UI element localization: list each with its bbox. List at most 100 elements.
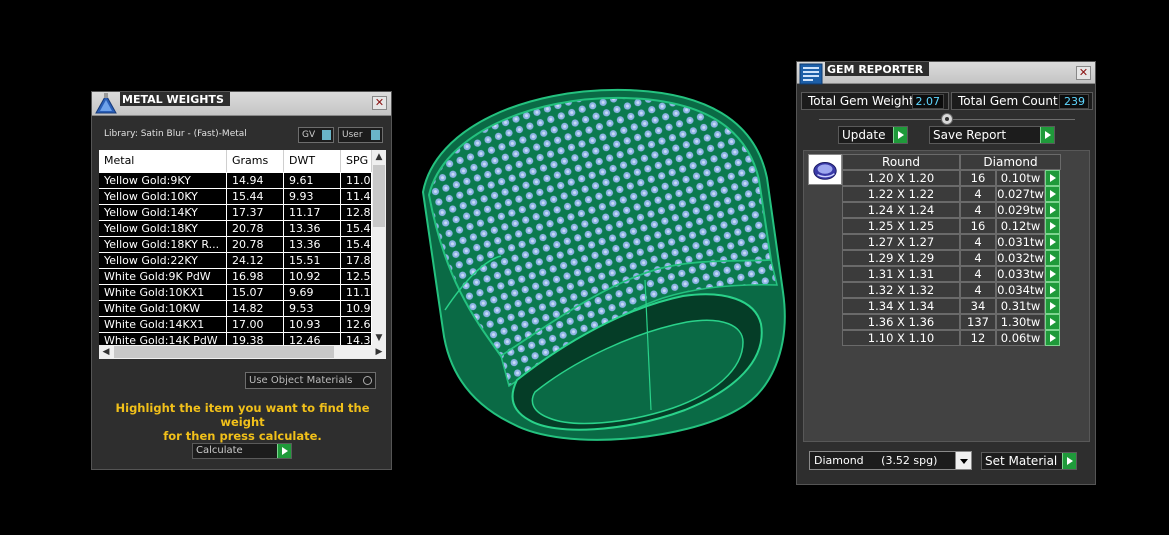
gem-size: 1.36 X 1.36 — [842, 314, 960, 330]
table-header: Metal Grams DWT SPG — [99, 150, 372, 172]
scroll-thumb[interactable] — [373, 165, 385, 227]
table-cell: 15.44 — [227, 189, 284, 204]
gem-row[interactable]: 1.27 X 1.27 4 0.031tw — [842, 234, 1062, 250]
scroll-right-icon[interactable]: ▶ — [372, 345, 386, 359]
gem-count: 4 — [960, 266, 996, 282]
hscroll-thumb[interactable] — [114, 346, 334, 358]
gem-row[interactable]: 1.24 X 1.24 4 0.029tw — [842, 202, 1062, 218]
gem-report-icon — [799, 63, 823, 85]
set-material-button[interactable]: Set Material — [981, 452, 1077, 470]
green-arrow-icon[interactable] — [1045, 266, 1060, 282]
gem-count: 16 — [960, 170, 996, 186]
calculate-button[interactable]: Calculate — [192, 443, 292, 459]
gem-row[interactable]: 1.32 X 1.32 4 0.034tw — [842, 282, 1062, 298]
scroll-left-icon[interactable]: ◀ — [99, 345, 113, 359]
flask-scale-icon — [95, 93, 117, 114]
table-row[interactable]: Yellow Gold:18KY R...20.7813.3615.41 — [99, 237, 372, 253]
table-row[interactable]: Yellow Gold:10KY15.449.9311.43 — [99, 189, 372, 205]
update-label: Update — [842, 128, 886, 142]
table-cell: 13.36 — [284, 237, 341, 252]
table-cell: White Gold:10KX1 — [99, 285, 227, 300]
gem-count: 4 — [960, 250, 996, 266]
table-cell: 11.17 — [284, 205, 341, 220]
gem-weight: 0.31tw — [996, 298, 1045, 314]
table-row[interactable]: Yellow Gold:18KY20.7813.3615.41 — [99, 221, 372, 237]
table-row[interactable]: Yellow Gold:14KY17.3711.1712.88 — [99, 205, 372, 221]
gem-weight: 0.06tw — [996, 330, 1045, 346]
green-arrow-icon[interactable] — [1045, 186, 1060, 202]
table-cell: Yellow Gold:18KY R... — [99, 237, 227, 252]
table-cell: White Gold:14KX1 — [99, 317, 227, 332]
metal-weights-titlebar[interactable]: METAL WEIGHTS ✕ — [92, 92, 391, 116]
gem-report-area: Round Diamond 1.20 X 1.20 16 0.10tw 1.22 X … — [803, 150, 1090, 442]
gem-count: 34 — [960, 298, 996, 314]
green-arrow-icon[interactable] — [1045, 202, 1060, 218]
scroll-up-icon[interactable]: ▲ — [372, 150, 386, 164]
green-arrow-icon[interactable] — [1045, 218, 1060, 234]
green-arrow-icon — [893, 127, 907, 143]
chevron-down-icon[interactable] — [955, 452, 971, 469]
gem-reporter-panel: GEM REPORTER ✕ Total Gem Weight 2.07 Tot… — [796, 61, 1096, 485]
close-icon[interactable]: ✕ — [372, 96, 387, 110]
gem-row[interactable]: 1.22 X 1.22 4 0.027tw — [842, 186, 1062, 202]
gem-count: 12 — [960, 330, 996, 346]
table-cell: 10.92 — [284, 269, 341, 284]
table-cell: 15.41 — [341, 221, 372, 236]
scroll-down-icon[interactable]: ▼ — [372, 331, 386, 345]
ring-3d-viewport[interactable] — [405, 80, 790, 460]
close-icon[interactable]: ✕ — [1076, 66, 1091, 80]
green-arrow-icon[interactable] — [1045, 298, 1060, 314]
vertical-scrollbar[interactable]: ▲ ▼ — [372, 150, 386, 345]
gv-toggle[interactable]: GV — [298, 127, 334, 143]
gem-reporter-titlebar[interactable]: GEM REPORTER ✕ — [797, 62, 1095, 85]
gem-size: 1.24 X 1.24 — [842, 202, 960, 218]
gem-row[interactable]: 1.31 X 1.31 4 0.033tw — [842, 266, 1062, 282]
slider-knob-icon[interactable] — [941, 113, 953, 125]
radio-icon[interactable] — [363, 376, 372, 385]
horizontal-scrollbar[interactable]: ◀ ▶ — [99, 345, 386, 359]
table-row[interactable]: White Gold:10KX115.079.6911.18 — [99, 285, 372, 301]
green-arrow-icon[interactable] — [1045, 330, 1060, 346]
column-header-spg[interactable]: SPG — [341, 150, 372, 172]
table-row[interactable]: White Gold:10KW14.829.5310.99 — [99, 301, 372, 317]
table-row[interactable]: White Gold:9K PdW16.9810.9212.59 — [99, 269, 372, 285]
gem-size: 1.27 X 1.27 — [842, 234, 960, 250]
gem-row[interactable]: 1.20 X 1.20 16 0.10tw — [842, 170, 1062, 186]
gem-row[interactable]: 1.29 X 1.29 4 0.032tw — [842, 250, 1062, 266]
table-cell: 10.99 — [341, 301, 372, 316]
green-arrow-icon[interactable] — [1045, 250, 1060, 266]
gem-weight: 1.30tw — [996, 314, 1045, 330]
gv-toggle-label: GV — [302, 130, 316, 140]
user-toggle[interactable]: User — [338, 127, 383, 143]
update-button[interactable]: Update — [838, 126, 908, 144]
table-row[interactable]: Yellow Gold:9KY14.949.6111.08 — [99, 173, 372, 189]
table-cell: 12.88 — [341, 205, 372, 220]
table-row[interactable]: Yellow Gold:22KY24.1215.5117.89 — [99, 253, 372, 269]
gem-count: 4 — [960, 234, 996, 250]
instruction-line-1: Highlight the item you want to find the … — [115, 401, 370, 429]
table-row[interactable]: White Gold:14KX117.0010.9312.61 — [99, 317, 372, 333]
gem-row[interactable]: 1.25 X 1.25 16 0.12tw — [842, 218, 1062, 234]
column-header-dwt[interactable]: DWT — [284, 150, 341, 172]
instruction-text: Highlight the item you want to find the … — [92, 401, 393, 443]
gem-row[interactable]: 1.34 X 1.34 34 0.31tw — [842, 298, 1062, 314]
round-gem-icon[interactable] — [808, 154, 842, 185]
column-header-metal[interactable]: Metal — [99, 150, 227, 172]
table-cell: 24.12 — [227, 253, 284, 268]
column-header-grams[interactable]: Grams — [227, 150, 284, 172]
table-cell: 14.82 — [227, 301, 284, 316]
gem-row[interactable]: 1.10 X 1.10 12 0.06tw — [842, 330, 1062, 346]
green-arrow-icon[interactable] — [1045, 234, 1060, 250]
green-arrow-icon[interactable] — [1045, 314, 1060, 330]
table-cell: 10.93 — [284, 317, 341, 332]
table-cell: White Gold:10KW — [99, 301, 227, 316]
set-material-label: Set Material — [985, 454, 1058, 468]
green-arrow-icon[interactable] — [1045, 282, 1060, 298]
gem-row[interactable]: 1.36 X 1.36 137 1.30tw — [842, 314, 1062, 330]
gem-weight: 0.033tw — [996, 266, 1045, 282]
green-arrow-icon[interactable] — [1045, 170, 1060, 186]
save-report-button[interactable]: Save Report — [929, 126, 1055, 144]
material-select[interactable]: Diamond (3.52 spg) — [809, 451, 972, 470]
use-object-materials-option[interactable]: Use Object Materials — [245, 372, 376, 389]
save-report-label: Save Report — [933, 128, 1007, 142]
